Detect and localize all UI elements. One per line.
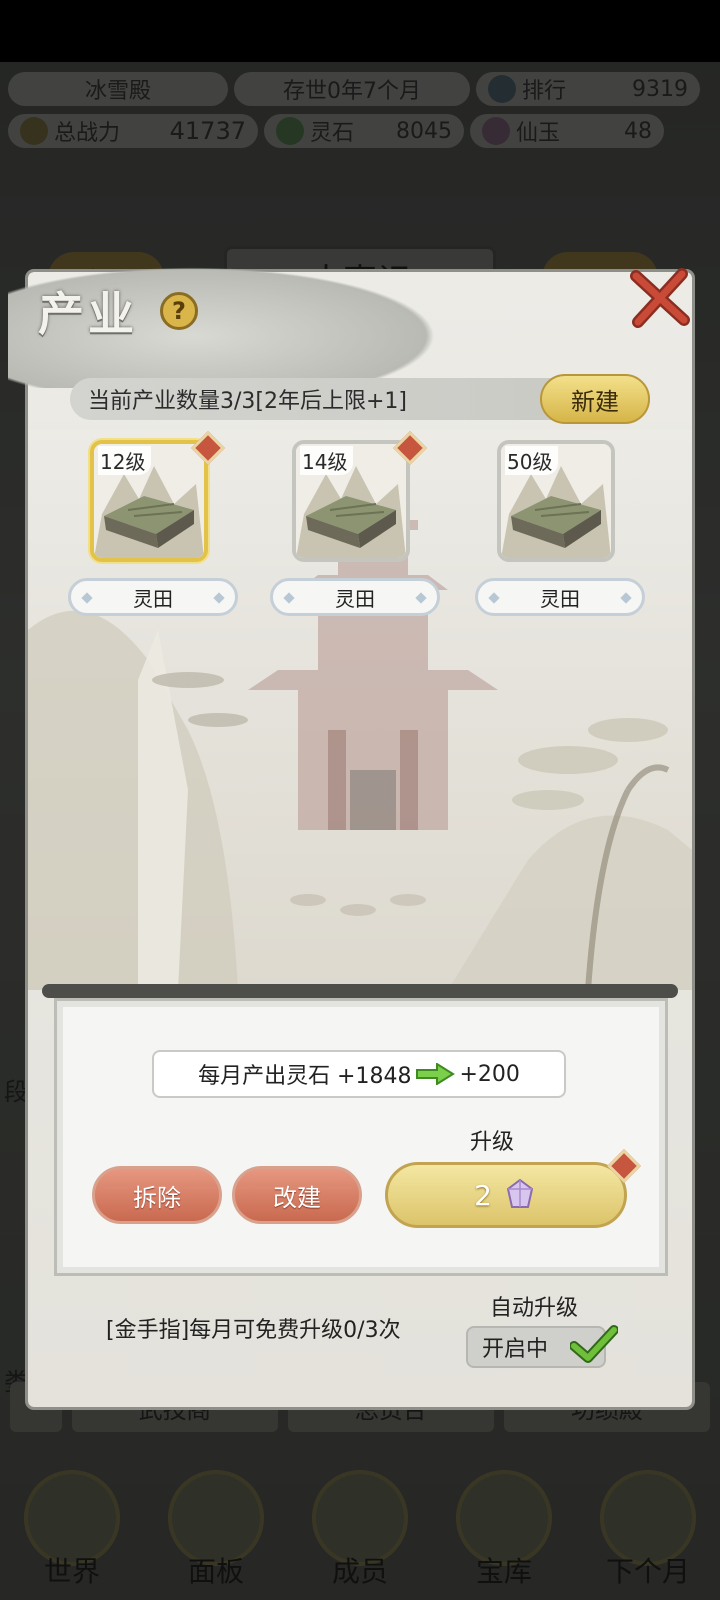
monthly-output: 每月产出灵石 +1848 +200 (152, 1050, 566, 1098)
industry-level: 14级 (300, 446, 354, 475)
industry-level: 50级 (505, 446, 559, 475)
demolish-button[interactable]: 拆除 (92, 1166, 222, 1224)
industry-detail-panel (54, 998, 668, 1276)
upgrade-label: 升级 (470, 1130, 515, 1155)
scroll-divider (42, 984, 678, 998)
upgrade-cost: 2 (474, 1178, 492, 1212)
industry-name: 灵田 (270, 578, 440, 616)
output-current: 每月产出灵石 +1848 (198, 1064, 412, 1089)
free-upgrade-info: [金手指]每月可免费升级0/3次 (106, 1318, 401, 1343)
close-icon[interactable] (626, 268, 692, 328)
industry-slot[interactable]: 14级 灵田 (270, 431, 440, 620)
checkmark-icon[interactable] (570, 1324, 618, 1364)
rebuild-button[interactable]: 改建 (232, 1166, 362, 1224)
help-icon[interactable]: ? (160, 292, 198, 330)
industry-card[interactable]: 14级 (292, 440, 410, 562)
industry-slot[interactable]: 50级 灵田 (475, 440, 645, 620)
modal-title: 产业 (38, 287, 138, 341)
auto-upgrade-label: 自动升级 (490, 1296, 579, 1321)
output-increase: +200 (459, 1061, 520, 1087)
upgrade-button[interactable]: 2 (385, 1162, 627, 1228)
new-build-button[interactable]: 新建 (540, 374, 650, 424)
industry-slot[interactable]: 12级 灵田 (68, 431, 238, 620)
industry-level: 12级 (98, 446, 152, 475)
industry-card[interactable]: 50级 (497, 440, 615, 562)
jade-gem-icon (506, 1178, 534, 1208)
industry-card[interactable]: 12级 (90, 440, 208, 562)
arrow-right-icon (416, 1063, 456, 1085)
industry-name: 灵田 (68, 578, 238, 616)
industry-name: 灵田 (475, 578, 645, 616)
